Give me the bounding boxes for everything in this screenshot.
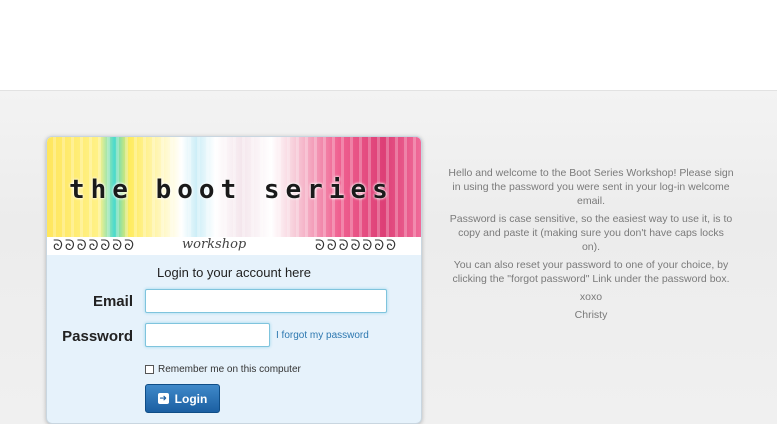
info-paragraph: Hello and welcome to the Boot Series Wor… (448, 167, 734, 207)
login-heading: Login to your account here (157, 265, 311, 280)
arrow-right-icon: ➜ (157, 393, 169, 404)
email-label: Email (92, 293, 133, 310)
banner-curls-left: ᘐᘐᘐᘐᘐᘐᘐ (53, 237, 136, 253)
banner-curls-right: ᘐᘐᘐᘐᘐᘐᘐ (315, 237, 398, 253)
email-field[interactable] (145, 289, 387, 313)
info-signature: Christy (574, 309, 608, 321)
remember-me-checkbox[interactable] (145, 365, 154, 374)
workshop-banner: the boot series ᘐᘐᘐᘐᘐᘐᘐ workshop ᘐᘐᘐᘐᘐᘐᘐ (47, 137, 421, 255)
info-signoff: xoxo (579, 291, 603, 303)
remember-me-label: Remember me on this computer (158, 364, 301, 375)
password-label: Password (62, 328, 133, 345)
welcome-info: Hello and welcome to the Boot Series Wor… (448, 166, 734, 326)
forgot-password-link[interactable]: I forgot my password (276, 330, 369, 341)
remember-me-row[interactable]: Remember me on this computer (145, 364, 301, 375)
info-paragraph: Password is case sensitive, so the easie… (449, 213, 733, 253)
info-paragraph: You can also reset your password to one … (452, 259, 730, 285)
banner-subtitle: workshop (182, 237, 247, 252)
login-button[interactable]: ➜ Login (145, 384, 220, 413)
banner-title: the boot series (69, 175, 394, 205)
login-card: the boot series ᘐᘐᘐᘐᘐᘐᘐ workshop ᘐᘐᘐᘐᘐᘐᘐ… (46, 136, 422, 424)
password-field[interactable] (145, 323, 270, 347)
login-button-label: Login (174, 391, 208, 406)
